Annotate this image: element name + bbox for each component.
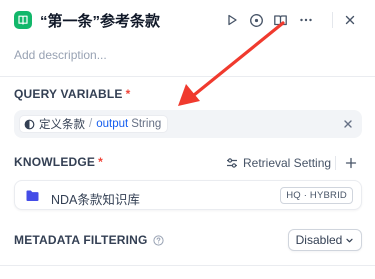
knowledge-label-text: KNOWLEDGE bbox=[14, 155, 96, 169]
node-header: “第一条”参考条款 bbox=[0, 0, 375, 40]
book-icon[interactable] bbox=[271, 11, 289, 29]
play-icon[interactable] bbox=[223, 11, 241, 29]
header-divider bbox=[332, 12, 333, 28]
variable-node-name: 定义条款 bbox=[39, 119, 85, 131]
variable-name: output bbox=[96, 118, 129, 130]
metadata-filtering-value: Disabled bbox=[295, 233, 343, 247]
toolbar-divider bbox=[335, 156, 336, 170]
variable-separator: / bbox=[89, 118, 93, 130]
retrieval-mode-badge: HQ · HYBRID bbox=[280, 187, 353, 204]
knowledge-name: NDA条款知识库 bbox=[51, 193, 140, 207]
query-variable-label-text: QUERY VARIABLE bbox=[14, 87, 123, 101]
settings-sliders-icon bbox=[227, 158, 237, 168]
help-icon[interactable] bbox=[247, 11, 265, 29]
section-divider bbox=[0, 76, 375, 77]
variable-tag[interactable]: 定义条款 / output String bbox=[19, 115, 169, 133]
required-marker: * bbox=[98, 155, 104, 169]
folder-icon bbox=[26, 190, 39, 201]
question-circle-icon[interactable] bbox=[152, 234, 164, 246]
more-icon[interactable] bbox=[297, 11, 315, 29]
query-variable-label: QUERY VARIABLE * bbox=[14, 87, 130, 101]
clear-icon[interactable] bbox=[342, 118, 354, 130]
knowledge-icon bbox=[14, 11, 32, 29]
knowledge-label: KNOWLEDGE * bbox=[14, 155, 103, 169]
close-icon[interactable] bbox=[341, 11, 359, 29]
bottom-divider bbox=[0, 265, 375, 266]
node-icon bbox=[24, 119, 35, 129]
knowledge-item[interactable]: NDA条款知识库 HQ · HYBRID bbox=[14, 180, 362, 210]
retrieval-setting-label: Retrieval Setting bbox=[243, 156, 332, 170]
retrieval-setting-button[interactable]: Retrieval Setting bbox=[226, 155, 331, 171]
metadata-filtering-select[interactable]: Disabled bbox=[288, 229, 362, 251]
description-input[interactable]: Add description... bbox=[14, 48, 107, 62]
plus-icon bbox=[345, 157, 357, 169]
metadata-filtering-label-text: METADATA FILTERING bbox=[14, 233, 148, 247]
variable-type: String bbox=[131, 118, 162, 130]
node-title[interactable]: “第一条”参考条款 bbox=[40, 10, 160, 31]
query-variable-field[interactable]: 定义条款 / output String bbox=[14, 110, 362, 138]
required-marker: * bbox=[125, 87, 131, 101]
chevron-down-icon bbox=[346, 238, 353, 242]
add-knowledge-button[interactable] bbox=[343, 155, 359, 171]
metadata-filtering-label: METADATA FILTERING bbox=[14, 233, 164, 247]
